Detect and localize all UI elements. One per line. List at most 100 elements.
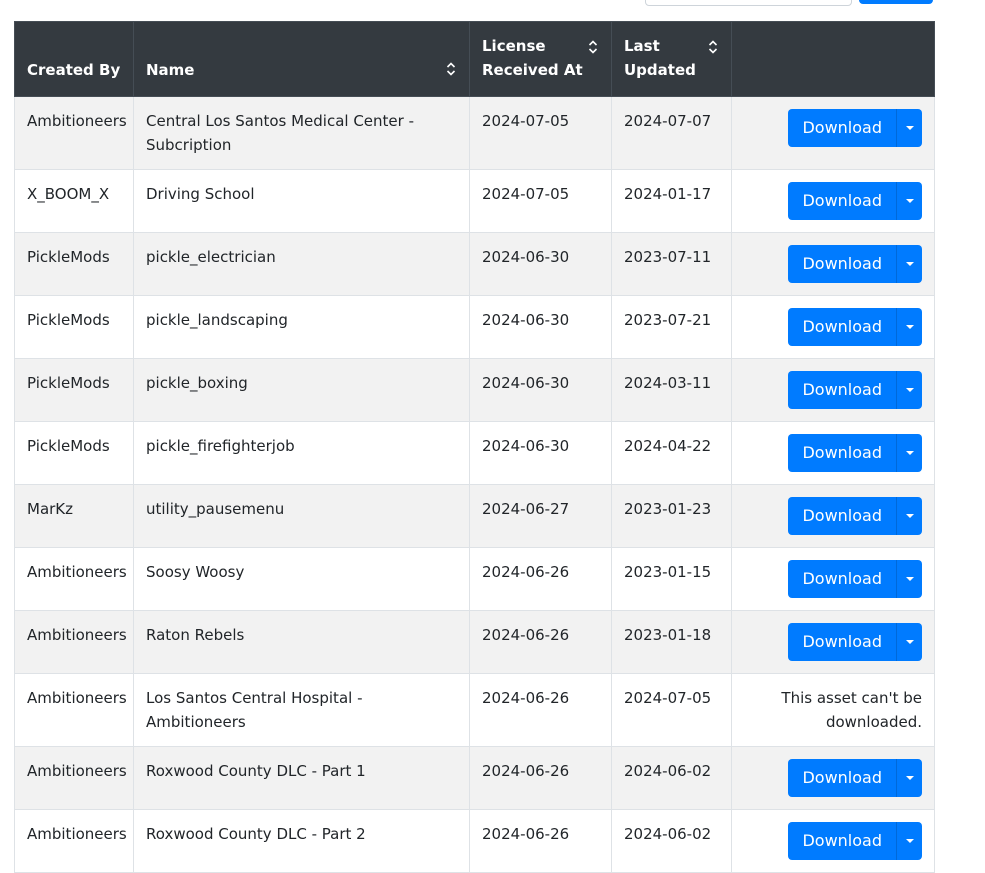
cell-name: pickle_firefighterjob [133, 421, 470, 485]
cell-actions: Download [731, 484, 935, 548]
table-row: MarKz utility_pausemenu 2024-06-27 2023-… [14, 484, 935, 548]
table-header-row: Created By Name License Received At Last [14, 21, 935, 97]
no-download-message: This asset can't be downloaded. [744, 686, 922, 734]
header-name[interactable]: Name [133, 21, 470, 97]
cell-created-by: PickleMods [14, 358, 134, 422]
chevron-down-icon[interactable] [896, 623, 922, 661]
download-button[interactable]: Download [788, 623, 896, 661]
cell-last-updated: 2024-07-07 [611, 96, 732, 170]
chevron-down-icon[interactable] [896, 434, 922, 472]
cell-created-by: PickleMods [14, 232, 134, 296]
cell-license-received: 2024-06-30 [469, 358, 612, 422]
cell-last-updated: 2024-03-11 [611, 358, 732, 422]
chevron-down-icon[interactable] [896, 560, 922, 598]
download-button[interactable]: Download [788, 109, 896, 147]
cell-license-received: 2024-06-27 [469, 484, 612, 548]
cell-actions: Download [731, 358, 935, 422]
table-row: PickleMods pickle_boxing 2024-06-30 2024… [14, 358, 935, 422]
download-button[interactable]: Download [788, 434, 896, 472]
cell-license-received: 2024-06-26 [469, 673, 612, 747]
cell-license-received: 2024-06-30 [469, 232, 612, 296]
cell-license-received: 2024-07-05 [469, 169, 612, 233]
cell-actions: This asset can't be downloaded. [731, 673, 935, 747]
download-button[interactable]: Download [788, 759, 896, 797]
cell-last-updated: 2024-01-17 [611, 169, 732, 233]
download-button-group: Download [788, 822, 922, 860]
cell-last-updated: 2023-01-15 [611, 547, 732, 611]
chevron-down-icon[interactable] [896, 109, 922, 147]
table-row: X_BOOM_X Driving School 2024-07-05 2024-… [14, 169, 935, 233]
cell-created-by: PickleMods [14, 421, 134, 485]
header-license-received[interactable]: License Received At [469, 21, 612, 97]
cell-actions: Download [731, 96, 935, 170]
chevron-down-icon[interactable] [896, 822, 922, 860]
download-button-group: Download [788, 308, 922, 346]
cell-last-updated: 2024-06-02 [611, 746, 732, 810]
chevron-down-icon[interactable] [896, 308, 922, 346]
chevron-down-icon[interactable] [896, 182, 922, 220]
chevron-down-icon[interactable] [896, 759, 922, 797]
cell-name: Roxwood County DLC - Part 1 [133, 746, 470, 810]
header-last-updated[interactable]: Last Updated [611, 21, 732, 97]
header-license-received-line2: Received At [482, 61, 583, 79]
download-button-group: Download [788, 182, 922, 220]
table-row: Ambitioneers Soosy Woosy 2024-06-26 2023… [14, 547, 935, 611]
download-button[interactable]: Download [788, 371, 896, 409]
chevron-down-icon[interactable] [896, 371, 922, 409]
chevron-down-icon[interactable] [896, 497, 922, 535]
no-download-line2: downloaded. [825, 713, 922, 731]
cell-created-by: Ambitioneers [14, 547, 134, 611]
sort-icon[interactable] [446, 62, 456, 76]
cell-last-updated: 2023-01-18 [611, 610, 732, 674]
cell-created-by: Ambitioneers [14, 673, 134, 747]
download-button-group: Download [788, 245, 922, 283]
download-button-group: Download [788, 560, 922, 598]
download-button[interactable]: Download [788, 822, 896, 860]
cell-license-received: 2024-06-30 [469, 295, 612, 359]
download-button[interactable]: Download [788, 497, 896, 535]
download-button[interactable]: Download [788, 560, 896, 598]
cell-name: pickle_electrician [133, 232, 470, 296]
cell-actions: Download [731, 295, 935, 359]
download-button-group: Download [788, 434, 922, 472]
search-button[interactable] [859, 0, 933, 4]
download-button[interactable]: Download [788, 182, 896, 220]
table-body: Ambitioneers Central Los Santos Medical … [14, 96, 935, 873]
cell-name: Los Santos Central Hospital - Ambitionee… [133, 673, 470, 747]
table-row: Ambitioneers Central Los Santos Medical … [14, 96, 935, 170]
cell-created-by: Ambitioneers [14, 610, 134, 674]
table-row: Ambitioneers Roxwood County DLC - Part 2… [14, 809, 935, 873]
cell-license-received: 2024-07-05 [469, 96, 612, 170]
download-button-group: Download [788, 109, 922, 147]
download-button-group: Download [788, 623, 922, 661]
sort-icon[interactable] [708, 40, 718, 54]
download-button-group: Download [788, 497, 922, 535]
cell-license-received: 2024-06-30 [469, 421, 612, 485]
no-download-line1: This asset can't be [781, 689, 922, 707]
cell-last-updated: 2023-01-23 [611, 484, 732, 548]
cell-actions: Download [731, 610, 935, 674]
cell-name: Soosy Woosy [133, 547, 470, 611]
header-last-updated-line2: Updated [624, 61, 696, 79]
cell-last-updated: 2023-07-21 [611, 295, 732, 359]
cell-created-by: MarKz [14, 484, 134, 548]
sort-icon[interactable] [588, 40, 598, 54]
header-created-by: Created By [14, 21, 134, 97]
cell-name: Driving School [133, 169, 470, 233]
header-name-label: Name [146, 61, 195, 79]
cell-license-received: 2024-06-26 [469, 809, 612, 873]
cell-license-received: 2024-06-26 [469, 610, 612, 674]
download-button[interactable]: Download [788, 308, 896, 346]
cell-name: Roxwood County DLC - Part 2 [133, 809, 470, 873]
header-last-updated-line1: Last [624, 37, 660, 55]
cell-actions: Download [731, 746, 935, 810]
cell-name: Raton Rebels [133, 610, 470, 674]
cell-actions: Download [731, 232, 935, 296]
table-row: PickleMods pickle_firefighterjob 2024-06… [14, 421, 935, 485]
cell-created-by: PickleMods [14, 295, 134, 359]
download-button[interactable]: Download [788, 245, 896, 283]
cell-name: Central Los Santos Medical Center - Subc… [133, 96, 470, 170]
search-input[interactable] [645, 0, 852, 6]
cell-last-updated: 2024-04-22 [611, 421, 732, 485]
chevron-down-icon[interactable] [896, 245, 922, 283]
